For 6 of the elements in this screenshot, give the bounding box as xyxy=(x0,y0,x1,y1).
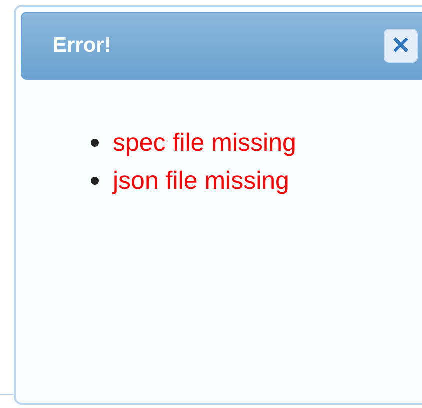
error-message: spec file missing xyxy=(113,128,296,158)
bullet-icon xyxy=(91,177,99,185)
bullet-icon xyxy=(91,139,99,147)
error-message: json file missing xyxy=(113,166,290,196)
dialog-title: Error! xyxy=(53,33,112,60)
close-button[interactable]: × xyxy=(384,29,418,63)
